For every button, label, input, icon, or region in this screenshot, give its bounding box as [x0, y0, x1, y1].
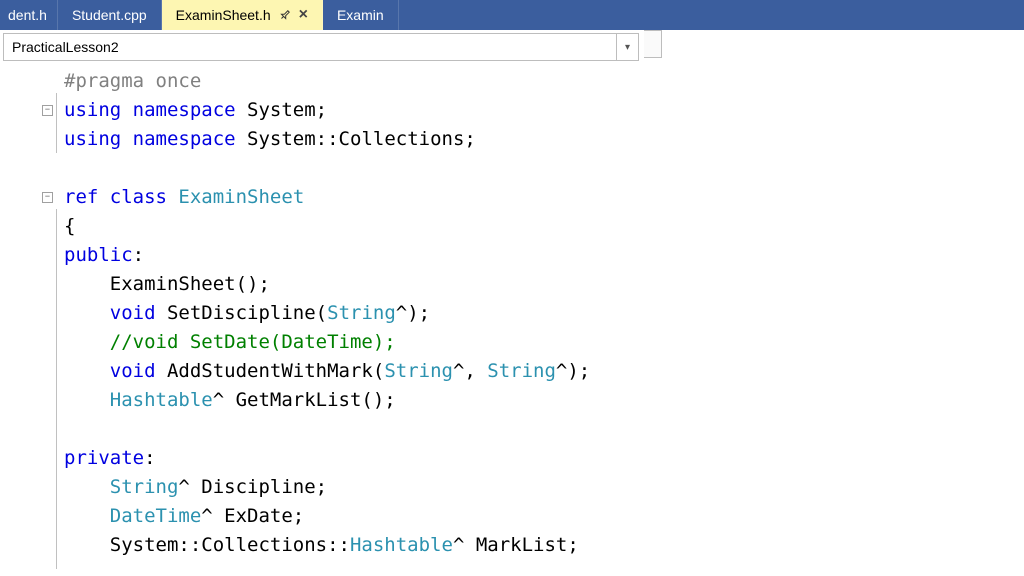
code-token: #pragma once [64, 70, 201, 92]
tab-label: Examin [337, 7, 384, 23]
tab-label: ExaminSheet.h [176, 7, 271, 23]
code-token: ^ Discipline; [178, 476, 327, 498]
code-token: private [64, 447, 144, 469]
code-token: public [64, 244, 133, 266]
code-token: AddStudentWithMark( [156, 360, 385, 382]
code-token: ExaminSheet [167, 186, 304, 208]
code-token: using [64, 99, 121, 121]
code-token: ExaminSheet(); [64, 273, 270, 295]
outline-guide [56, 209, 57, 569]
code-token: System::Collections; [236, 128, 476, 150]
code-token: String [110, 476, 179, 498]
code-token: ^); [396, 302, 430, 324]
code-token: using [64, 128, 121, 150]
tab-examinsheet-h[interactable]: ExaminSheet.h × [162, 0, 323, 30]
tab-bar: dent.h Student.cpp ExaminSheet.h × Exami… [0, 0, 1024, 30]
code-token: ^, [453, 360, 487, 382]
code-token: Hashtable [350, 534, 453, 556]
code-token: Hashtable [110, 389, 213, 411]
code-token: void [110, 302, 156, 324]
tab-examin-partial[interactable]: Examin [323, 0, 399, 30]
code-token: namespace [133, 128, 236, 150]
code-token: ^ GetMarkList(); [213, 389, 396, 411]
code-token: void [110, 360, 156, 382]
scope-dropdown[interactable]: PracticalLesson2 ▾ [3, 33, 639, 61]
code-token: System; [236, 99, 328, 121]
tab-label: Student.cpp [72, 7, 147, 23]
tab-label: dent.h [8, 7, 47, 23]
fold-toggle-icon[interactable]: − [42, 192, 53, 203]
code-token: : [133, 244, 144, 266]
code-token: String [487, 360, 556, 382]
close-icon[interactable]: × [299, 6, 308, 24]
tab-student-cpp[interactable]: Student.cpp [58, 0, 162, 30]
code-token: ^); [556, 360, 590, 382]
code-token: String [384, 360, 453, 382]
code-token: ref [64, 186, 98, 208]
tab-student-h[interactable]: dent.h [0, 0, 58, 30]
code-token: System::Collections:: [64, 534, 350, 556]
code-token: : [144, 447, 155, 469]
member-dropdown-stub[interactable] [644, 30, 662, 58]
code-token: String [327, 302, 396, 324]
fold-toggle-icon[interactable]: − [42, 105, 53, 116]
code-token: DateTime [110, 505, 202, 527]
code-token: SetDiscipline( [156, 302, 328, 324]
code-token: ^ MarkList; [453, 534, 579, 556]
outline-guide [56, 93, 57, 153]
pin-icon[interactable] [276, 7, 293, 24]
code-token: //void SetDate(DateTime); [64, 331, 396, 353]
code-token: class [110, 186, 167, 208]
code-token: ^ ExDate; [201, 505, 304, 527]
code-editor[interactable]: − − #pragma once using namespace System;… [0, 61, 1024, 560]
code-token: { [64, 215, 75, 237]
scope-label: PracticalLesson2 [4, 39, 616, 55]
code-body[interactable]: #pragma once using namespace System; usi… [64, 67, 1024, 560]
chevron-down-icon[interactable]: ▾ [616, 34, 638, 60]
code-token: namespace [133, 99, 236, 121]
